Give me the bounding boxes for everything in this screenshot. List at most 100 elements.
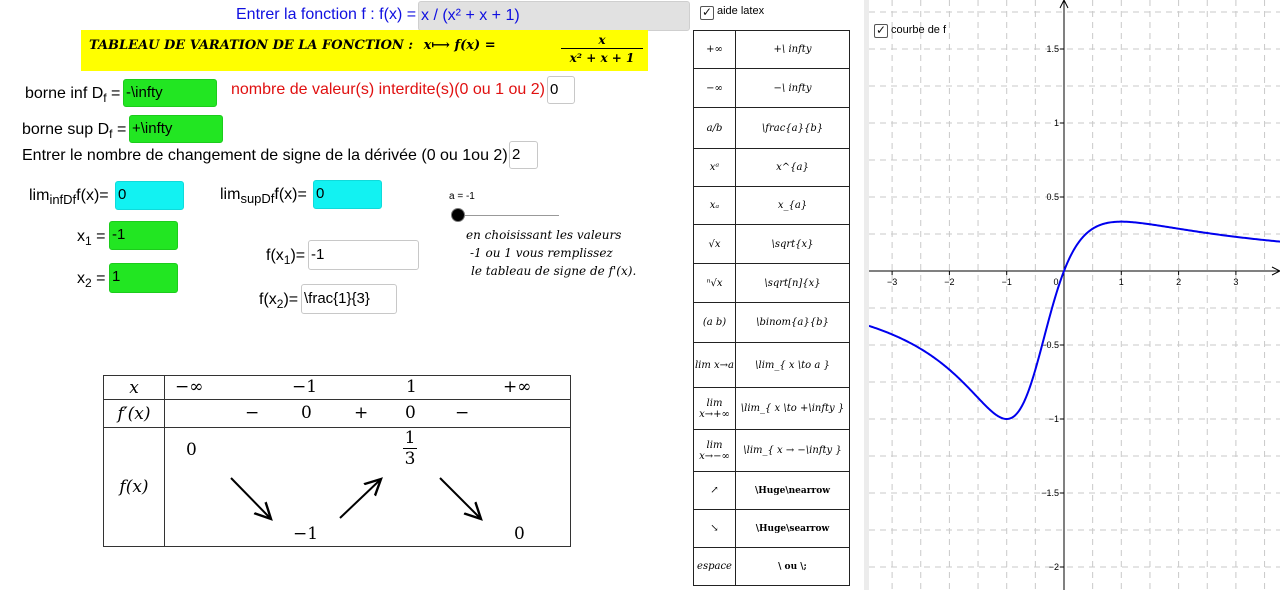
borne-sup-label: borne sup Df =	[22, 121, 127, 142]
latex-row: ⁿ√x \sqrt[n]{x}	[693, 263, 850, 303]
latex-code: −\ infty	[735, 68, 850, 108]
slider-handle[interactable]	[451, 208, 465, 222]
x-tick-label: −3	[887, 277, 897, 287]
vt-fp-header: f′(x)	[103, 399, 165, 428]
banner-map: x⟼ f(x) =	[423, 38, 496, 53]
vt-x-minus-one: −1	[292, 377, 318, 397]
fx2-input[interactable]: \frac{1}{3}	[301, 284, 397, 314]
latex-symbol: +∞	[693, 30, 736, 69]
banner-prefix: TABLEAU DE VARATION DE LA FONCTION :	[89, 38, 414, 53]
courbe-label: courbe de f	[891, 24, 947, 36]
lim-inf-label: liminfDff(x)=	[29, 187, 109, 208]
latex-row: +∞ +\ infty	[693, 30, 850, 69]
latex-symbol: a/b	[693, 107, 736, 149]
vt-x-minus-inf: −∞	[175, 377, 204, 397]
latex-code: x_{a}	[735, 186, 850, 225]
courbe-checkbox[interactable]: ✓	[874, 24, 888, 38]
vt-x-one: 1	[406, 377, 417, 397]
vt-x-row: −∞ −1 1 +∞	[164, 375, 571, 400]
aide-latex-label: aide latex	[717, 5, 765, 17]
latex-row: ↘ \Huge\searrow	[693, 509, 850, 548]
banner-text: TABLEAU DE VARATION DE LA FONCTION : x⟼ …	[89, 38, 496, 53]
latex-code: \ ou \;	[735, 547, 850, 586]
slider-track[interactable]	[459, 215, 559, 216]
latex-row: lim x→−∞ \lim_{ x → −\infty }	[693, 429, 850, 472]
latex-symbol: −∞	[693, 68, 736, 108]
latex-code: x^{a}	[735, 148, 850, 187]
sign-changes-label: Entrer le nombre de changement de signe …	[22, 147, 508, 164]
borne-inf-label: borne inf Df =	[25, 85, 121, 106]
instructions: en choisissant les valeurs -1 ou 1 vous …	[466, 226, 636, 280]
vt-f-row: 0 1 3 −1 0	[164, 427, 571, 547]
x-tick-label: −1	[1002, 277, 1012, 287]
function-curve	[869, 220, 1280, 421]
instruction-line-2: -1 ou 1 vous remplissez	[470, 246, 613, 260]
fx1-label: f(x1)=	[266, 247, 306, 268]
latex-code: \binom{a}{b}	[735, 302, 850, 343]
y-tick-label: −2	[1049, 562, 1059, 572]
latex-code: \lim_{ x → −\infty }	[735, 429, 850, 472]
y-tick-label: −1	[1049, 414, 1059, 424]
x-tick-label: 1	[1119, 277, 1124, 287]
latex-row: lim x→a \lim_{ x \to a }	[693, 342, 850, 388]
latex-symbol: lim x→−∞	[693, 429, 736, 472]
vt-x-header: x	[103, 375, 165, 400]
latex-code: \sqrt{x}	[735, 224, 850, 264]
latex-code: \lim_{ x \to +\infty }	[735, 387, 850, 430]
latex-row: xᵃ x^{a}	[693, 148, 850, 187]
latex-symbol: ⁿ√x	[693, 263, 736, 303]
latex-symbol: lim x→a	[693, 342, 736, 388]
latex-symbol: (a b)	[693, 302, 736, 343]
vt-sign-4: 0	[405, 403, 416, 423]
banner-denominator: x² + x + 1	[569, 51, 635, 65]
latex-code: \frac{a}{b}	[735, 107, 850, 149]
latex-row: a/b \frac{a}{b}	[693, 107, 850, 149]
slider-label: a = -1	[449, 191, 475, 202]
vt-sign-3: +	[354, 403, 369, 423]
y-tick-label: −1.5	[1041, 488, 1059, 498]
x-tick-label: 0	[1053, 277, 1058, 287]
borne-inf-input[interactable]: -\infty	[123, 79, 217, 107]
y-tick-label: 0.5	[1046, 192, 1059, 202]
graph-view[interactable]: −3 −2 −1 0 1 2 31.510.5−0.5−1−1.5−2	[869, 0, 1280, 590]
latex-symbol: xₐ	[693, 186, 736, 225]
forbidden-label: nombre de valeur(s) interdite(s)(0 ou 1 …	[231, 81, 545, 98]
vt-sign-5: −	[455, 403, 470, 423]
latex-code: \sqrt[n]{x}	[735, 263, 850, 303]
x-tick-label: −2	[944, 277, 954, 287]
latex-code: \Huge\nearrow	[735, 471, 850, 510]
x1-label: x1 =	[77, 228, 106, 249]
latex-symbol: xᵃ	[693, 148, 736, 187]
latex-row: espace \ ou \;	[693, 547, 850, 586]
lim-sup-label: limsupDff(x)=	[220, 186, 307, 207]
latex-code: \lim_{ x \to a }	[735, 342, 850, 388]
latex-help-table: +∞ +\ infty −∞ −\ infty a/b \frac{a}{b} xᵃ x^{a…	[693, 30, 850, 586]
latex-symbol: espace	[693, 547, 736, 586]
aide-latex-checkbox[interactable]: ✓	[700, 6, 714, 20]
banner-fraction: x x² + x + 1	[561, 33, 643, 65]
lim-sup-input[interactable]: 0	[313, 180, 382, 209]
latex-symbol: lim x→+∞	[693, 387, 736, 430]
instruction-line-3: le tableau de signe de f'(x).	[471, 264, 637, 278]
vt-f-header: f(x)	[103, 427, 165, 547]
x-tick-label: 3	[1233, 277, 1238, 287]
arrow-up	[339, 479, 381, 519]
latex-symbol: ↗	[693, 471, 736, 510]
fx2-label: f(x2)=	[259, 291, 299, 312]
arrow-down-1	[230, 477, 271, 519]
lim-inf-input[interactable]: 0	[115, 181, 184, 210]
forbidden-input[interactable]: 0	[547, 76, 575, 104]
function-input[interactable]: x / (x² + x + 1)	[418, 1, 690, 31]
latex-row: −∞ −\ infty	[693, 68, 850, 108]
vt-sign-1: −	[245, 403, 260, 423]
function-label: Entrer la fonction f : f(x) =	[236, 6, 417, 23]
sign-changes-input[interactable]: 2	[509, 141, 538, 169]
x2-label: x2 =	[77, 270, 106, 291]
latex-row: √x \sqrt{x}	[693, 224, 850, 264]
latex-row: ↗ \Huge\nearrow	[693, 471, 850, 510]
fx1-input[interactable]: -1	[308, 240, 419, 270]
instruction-line-1: en choisissant les valeurs	[466, 228, 622, 242]
borne-sup-input[interactable]: +\infty	[129, 115, 223, 143]
x1-input[interactable]: -1	[109, 221, 178, 250]
x2-input[interactable]: 1	[109, 263, 178, 293]
